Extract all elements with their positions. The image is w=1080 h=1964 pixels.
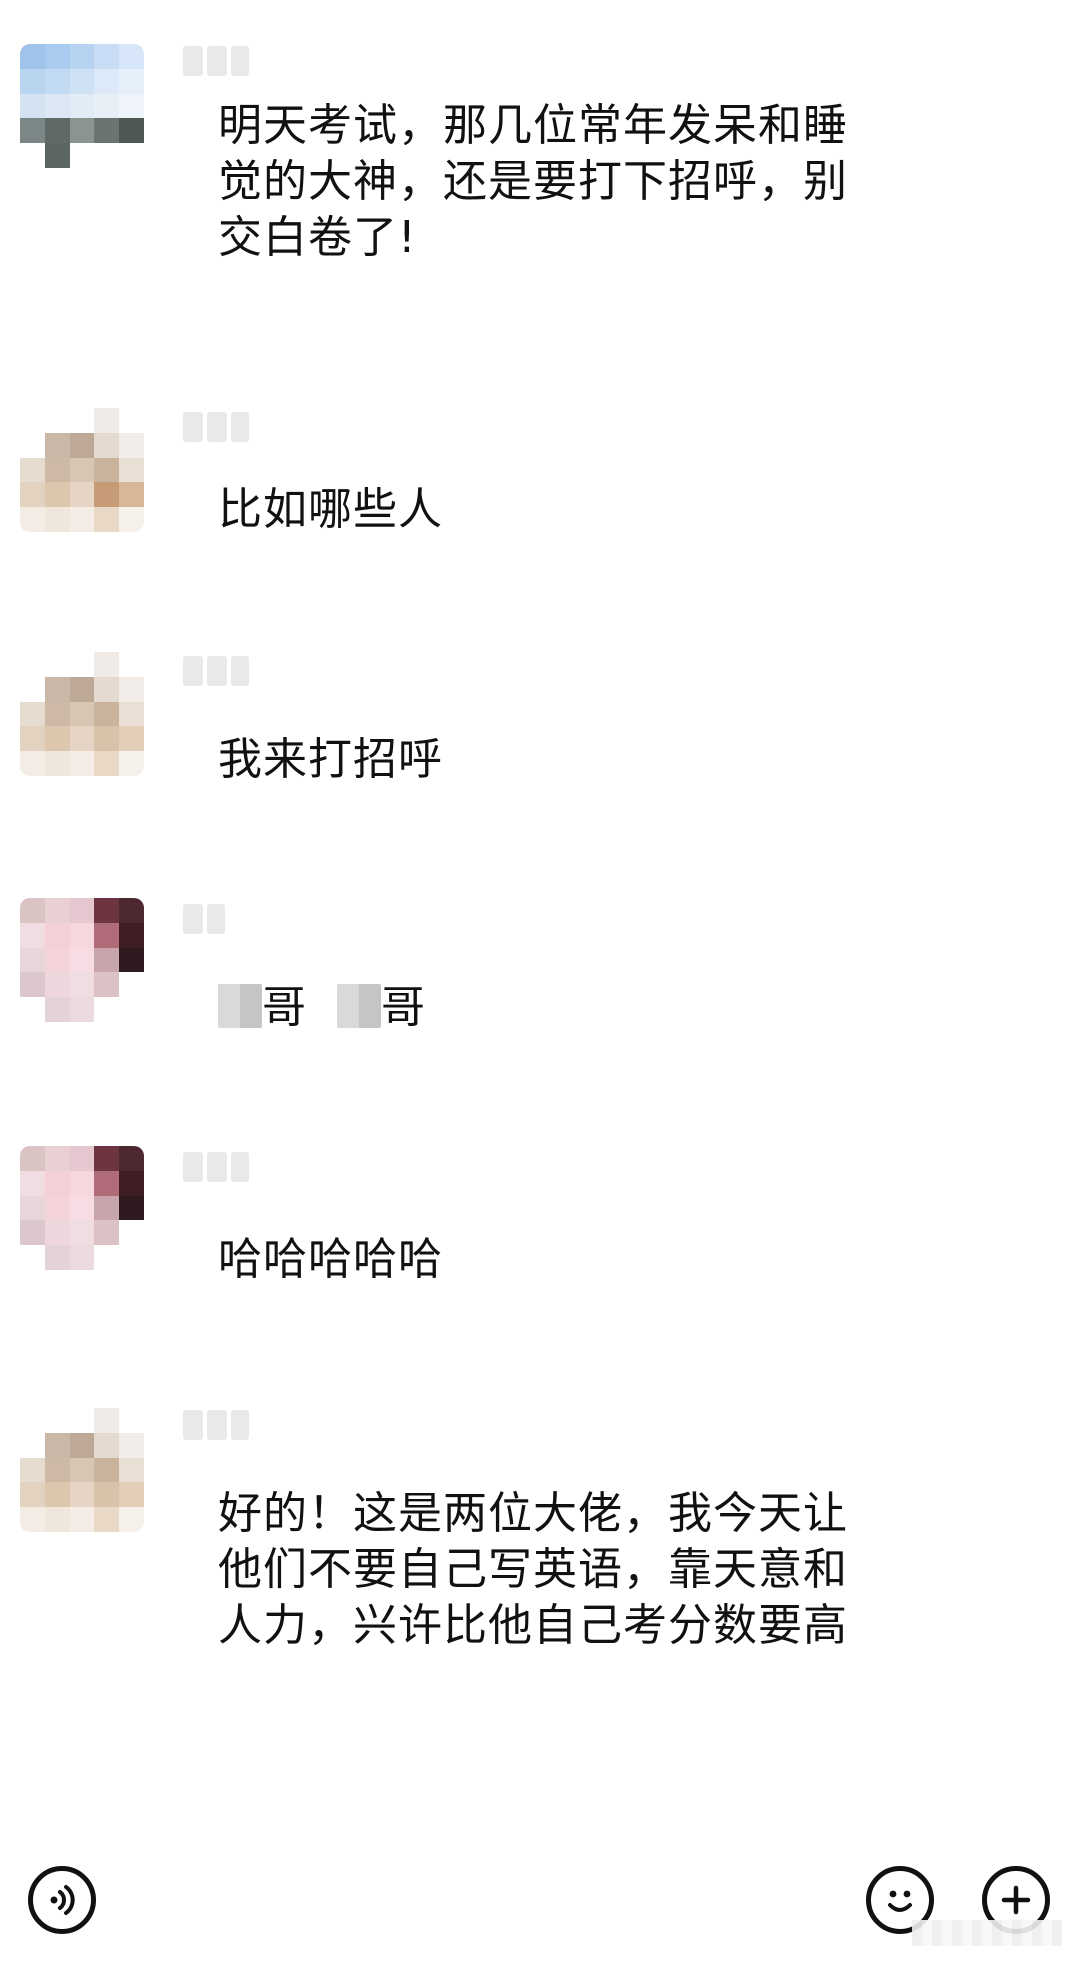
sender-name: [183, 1152, 249, 1182]
avatar[interactable]: [20, 1146, 144, 1270]
sender-name: [183, 1410, 249, 1440]
message-text: 哥 哥: [218, 980, 858, 1036]
redacted-name: [218, 984, 262, 1028]
avatar[interactable]: [20, 408, 144, 532]
sender-name: [183, 46, 249, 76]
avatar[interactable]: [20, 44, 144, 168]
message-text: 明天考试，那几位常年发呆和睡觉的大神，还是要打下招呼，别交白卷了!: [218, 100, 848, 263]
watermark: [912, 1920, 1062, 1946]
voice-button[interactable]: [28, 1866, 96, 1934]
redacted-name: [336, 984, 381, 1028]
sender-name: [183, 656, 249, 686]
message-text: 我来打招呼: [218, 734, 443, 785]
smiley-icon: [888, 1890, 912, 1912]
avatar[interactable]: [20, 652, 144, 776]
sender-name: [183, 904, 225, 934]
plus-icon: [1001, 1885, 1031, 1915]
avatar[interactable]: [20, 898, 144, 1022]
message-text: 哈哈哈哈哈: [218, 1234, 443, 1285]
message-text: 比如哪些人: [218, 484, 443, 535]
avatar[interactable]: [20, 1408, 144, 1532]
message-text-part: 哥: [262, 982, 307, 1033]
sender-name: [183, 412, 249, 442]
voice-icon: [50, 1885, 75, 1915]
message-text: 好的！这是两位大佬，我今天让他们不要自己写英语，靠天意和人力，兴许比他自己考分数…: [218, 1488, 848, 1651]
message-text-part: 哥: [380, 982, 426, 1033]
